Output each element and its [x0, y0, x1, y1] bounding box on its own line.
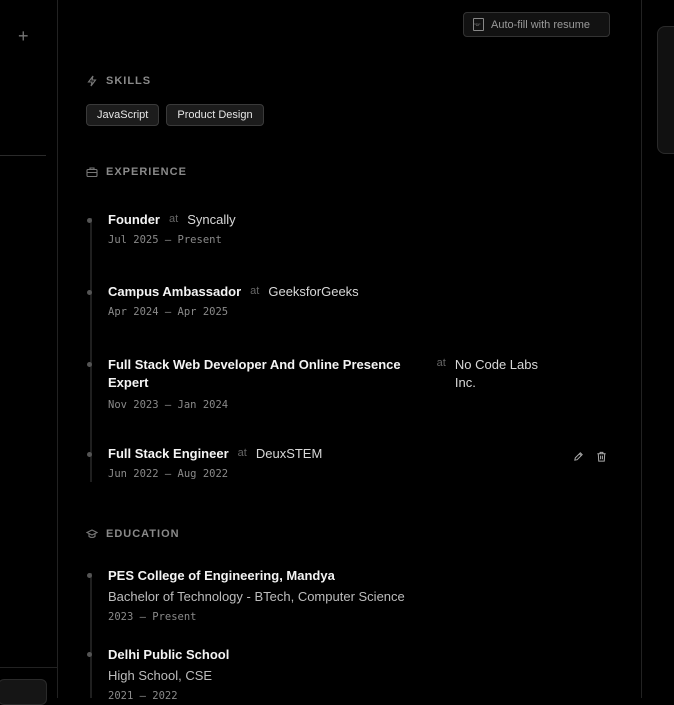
skills-list: JavaScript Product Design: [86, 104, 264, 126]
experience-heading: EXPERIENCE: [86, 166, 187, 178]
experience-role: Full Stack Web Developer And Online Pres…: [108, 357, 401, 390]
skills-title: SKILLS: [106, 75, 152, 87]
at-label: at: [169, 213, 179, 225]
experience-role: Full Stack Engineer: [108, 446, 229, 461]
experience-dates: Apr 2024 – Apr 2025: [108, 306, 229, 318]
experience-dates: Jun 2022 – Aug 2022: [108, 468, 229, 480]
profile-main: Auto-fill with resume SKILLS JavaScript …: [58, 0, 641, 702]
at-label: at: [237, 447, 247, 459]
experience-item[interactable]: Campus Ambassador at GeeksforGeeks Apr 2…: [108, 284, 359, 318]
education-heading: EDUCATION: [86, 528, 180, 540]
sidebar-divider: [0, 155, 46, 156]
autofill-label: Auto-fill with resume: [491, 18, 591, 31]
education-school: Delhi Public School: [108, 647, 230, 662]
timeline-dot: [87, 573, 92, 578]
experience-company: Syncally: [187, 212, 236, 227]
experience-company: DeuxSTEM: [255, 446, 323, 461]
right-panel: [641, 0, 674, 698]
education-item[interactable]: Delhi Public School High School, CSE 202…: [108, 647, 229, 702]
at-label: at: [436, 357, 446, 369]
timeline-dot: [87, 218, 92, 223]
experience-dates: Nov 2023 – Jan 2024: [108, 399, 229, 411]
lightning-icon: [87, 75, 97, 87]
right-panel-card[interactable]: [657, 26, 674, 154]
experience-title: EXPERIENCE: [106, 166, 187, 178]
education-timeline: [90, 573, 92, 698]
sidebar-bottom-button[interactable]: [0, 679, 47, 705]
graduation-cap-icon: [86, 529, 98, 539]
education-degree: Bachelor of Technology - BTech, Computer…: [108, 589, 405, 604]
experience-item[interactable]: Founder at Syncally Jul 2025 – Present: [108, 212, 236, 246]
edit-icon[interactable]: [573, 451, 584, 462]
education-degree: High School, CSE: [108, 668, 213, 683]
experience-item[interactable]: Full Stack Engineer at DeuxSTEM Jun 2022…: [108, 446, 322, 480]
autofill-resume-button[interactable]: Auto-fill with resume: [463, 12, 610, 37]
education-school: PES College of Engineering, Mandya: [108, 568, 335, 583]
timeline-dot: [87, 652, 92, 657]
education-item[interactable]: PES College of Engineering, Mandya Bache…: [108, 568, 405, 623]
experience-role: Campus Ambassador: [108, 284, 242, 299]
trash-icon[interactable]: [596, 451, 607, 462]
skills-heading: SKILLS: [86, 75, 151, 87]
experience-role: Founder: [108, 212, 160, 227]
experience-company: GeeksforGeeks: [268, 284, 359, 299]
sidebar-bottom-divider: [0, 667, 57, 668]
experience-timeline: [90, 218, 92, 482]
skill-chip[interactable]: Product Design: [166, 104, 264, 126]
at-label: at: [250, 285, 260, 297]
experience-company: No Code Labs Inc.: [454, 357, 538, 390]
education-dates: 2023 – Present: [108, 611, 197, 623]
education-dates: 2021 – 2022: [108, 690, 178, 702]
experience-dates: Jul 2025 – Present: [108, 234, 222, 246]
briefcase-icon: [86, 167, 98, 178]
education-title: EDUCATION: [106, 528, 180, 540]
timeline-dot: [87, 452, 92, 457]
left-sidebar: +: [0, 0, 58, 705]
experience-item[interactable]: Full Stack Web Developer And Online Pres…: [108, 356, 548, 411]
experience-row-actions: [573, 451, 607, 462]
plus-icon[interactable]: +: [18, 26, 29, 46]
timeline-dot: [87, 362, 92, 367]
pdf-icon: [473, 18, 484, 31]
skill-chip[interactable]: JavaScript: [86, 104, 160, 126]
timeline-dot: [87, 290, 92, 295]
